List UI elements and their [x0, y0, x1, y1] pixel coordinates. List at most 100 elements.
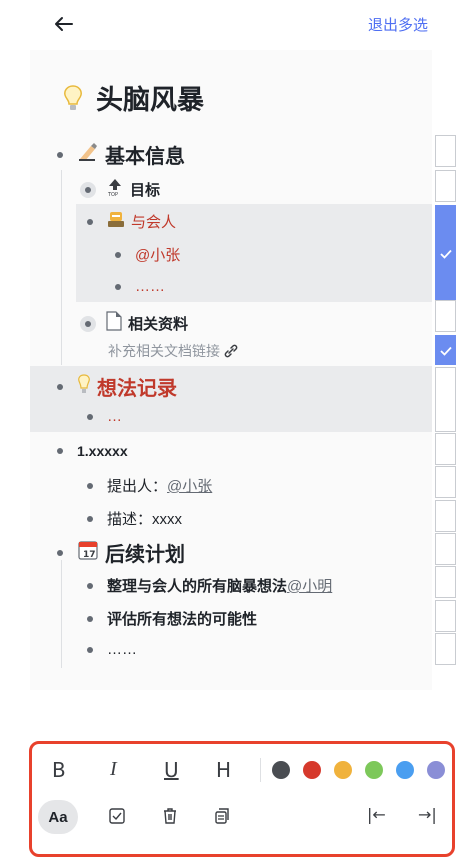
list-item[interactable]: 1.xxxxx [57, 443, 128, 459]
heading-button[interactable]: H [216, 758, 231, 782]
bullet-icon [87, 615, 93, 622]
link-icon[interactable] [222, 342, 240, 360]
italic-button[interactable]: I [110, 758, 117, 781]
page-title: 头脑风暴 [62, 78, 204, 117]
bullet-icon [87, 218, 93, 225]
collapsed-bullet-icon[interactable] [80, 181, 96, 198]
collapsed-bullet-icon[interactable] [80, 315, 96, 332]
check-icon [440, 249, 452, 259]
select-checkbox[interactable] [435, 300, 456, 332]
select-checkbox[interactable] [435, 533, 456, 565]
select-checkbox[interactable] [435, 335, 456, 365]
item-label: 提出人： [107, 478, 168, 495]
color-swatch[interactable] [303, 761, 321, 779]
bullet-icon [87, 515, 93, 522]
bullet-icon [87, 582, 93, 589]
trash-icon[interactable] [160, 806, 180, 826]
hint-text: 补充相关文档链接 [108, 343, 220, 359]
list-item[interactable]: 想法记录 [57, 372, 177, 401]
item-label: 描述：xxxx [107, 511, 183, 528]
list-item[interactable]: 评估所有想法的可能性 [87, 608, 257, 629]
bullet-icon [57, 383, 63, 390]
list-item[interactable]: 基本信息 [57, 140, 185, 169]
related-hint: 补充相关文档链接 [108, 341, 240, 361]
bust-icon [107, 210, 125, 233]
svg-text:17: 17 [83, 550, 96, 560]
section-heading: 想法记录 [97, 378, 177, 400]
indent-button[interactable]: →| [418, 805, 437, 824]
title-text: 头脑风暴 [96, 85, 204, 115]
bullet-icon [57, 151, 63, 158]
section-heading: 基本信息 [105, 146, 185, 168]
bullet-icon [87, 413, 93, 420]
list-item[interactable]: …… [115, 278, 165, 295]
checkbox-icon[interactable] [107, 806, 127, 826]
item-label: …… [135, 278, 165, 295]
select-checkbox[interactable] [435, 367, 456, 432]
select-checkbox[interactable] [435, 633, 456, 665]
item-label: 整理与会人的所有脑暴想法 [107, 578, 288, 595]
list-item[interactable]: 描述：xxxx [87, 508, 182, 529]
list-item[interactable]: 17 后续计划 [57, 538, 185, 567]
select-checkbox[interactable] [435, 135, 456, 167]
color-swatch[interactable] [365, 761, 383, 779]
list-item[interactable]: … [87, 408, 122, 425]
top-arrow-icon: TOP [106, 177, 124, 202]
list-item[interactable]: …… [87, 641, 137, 658]
select-checkbox[interactable] [435, 205, 456, 300]
item-label: 1.xxxxx [77, 443, 128, 459]
underline-button[interactable]: U [164, 758, 179, 782]
list-item[interactable]: 整理与会人的所有脑暴想法 @小明 [87, 575, 332, 596]
select-checkbox[interactable] [435, 500, 456, 532]
format-toolbar: B I U H Aa |← →| [29, 741, 455, 857]
list-item[interactable]: 提出人： @小张 [87, 475, 212, 496]
calendar-icon: 17 [77, 539, 99, 566]
color-swatch[interactable] [396, 761, 414, 779]
writing-hand-icon [77, 141, 99, 168]
select-checkbox[interactable] [435, 170, 456, 202]
item-label: … [107, 408, 122, 425]
select-checkbox[interactable] [435, 566, 456, 598]
outline-guide-line [61, 560, 62, 668]
bullet-icon [87, 646, 93, 653]
bullet-icon [57, 448, 63, 454]
color-swatch[interactable] [272, 761, 290, 779]
copy-icon[interactable] [212, 806, 232, 826]
exit-multiselect-button[interactable]: 退出多选 [368, 14, 428, 35]
item-label: 与会人 [131, 214, 177, 231]
list-item[interactable]: @小张 [115, 244, 180, 265]
lightbulb-icon [64, 84, 82, 110]
select-checkbox[interactable] [435, 600, 456, 632]
toolbar-divider [260, 758, 261, 782]
outline-guide-line [61, 170, 62, 365]
list-item[interactable]: 与会人 [87, 210, 176, 233]
back-arrow-icon[interactable] [50, 10, 78, 38]
check-icon [440, 346, 452, 356]
section-heading: 后续计划 [105, 544, 185, 566]
bullet-icon [115, 251, 121, 258]
bold-button[interactable]: B [52, 758, 66, 782]
outdent-button[interactable]: |← [367, 805, 386, 824]
bullet-icon [115, 283, 121, 290]
item-label: 评估所有想法的可能性 [107, 611, 258, 628]
item-label: 相关资料 [128, 316, 189, 333]
list-item[interactable]: TOP 目标 [80, 177, 160, 202]
color-swatch[interactable] [427, 761, 445, 779]
document-icon [106, 311, 122, 336]
select-checkbox[interactable] [435, 433, 456, 465]
toolbar-row-actions: Aa |← →| [32, 796, 452, 846]
svg-text:TOP: TOP [107, 192, 118, 197]
bullet-icon [57, 549, 63, 556]
top-bar: 退出多选 [0, 0, 461, 50]
mention-xiaoming[interactable]: @小明 [287, 575, 332, 596]
text-style-button[interactable]: Aa [38, 800, 78, 834]
item-label: …… [107, 641, 137, 658]
list-item[interactable]: 相关资料 [80, 311, 188, 336]
mention-zhang[interactable]: @小张 [167, 475, 212, 496]
color-swatch[interactable] [334, 761, 352, 779]
lightbulb-icon [77, 373, 91, 400]
item-label: 目标 [130, 182, 161, 199]
toolbar-row-style: B I U H [32, 744, 452, 794]
mention-zhang[interactable]: @小张 [135, 244, 180, 265]
select-checkbox[interactable] [435, 466, 456, 498]
